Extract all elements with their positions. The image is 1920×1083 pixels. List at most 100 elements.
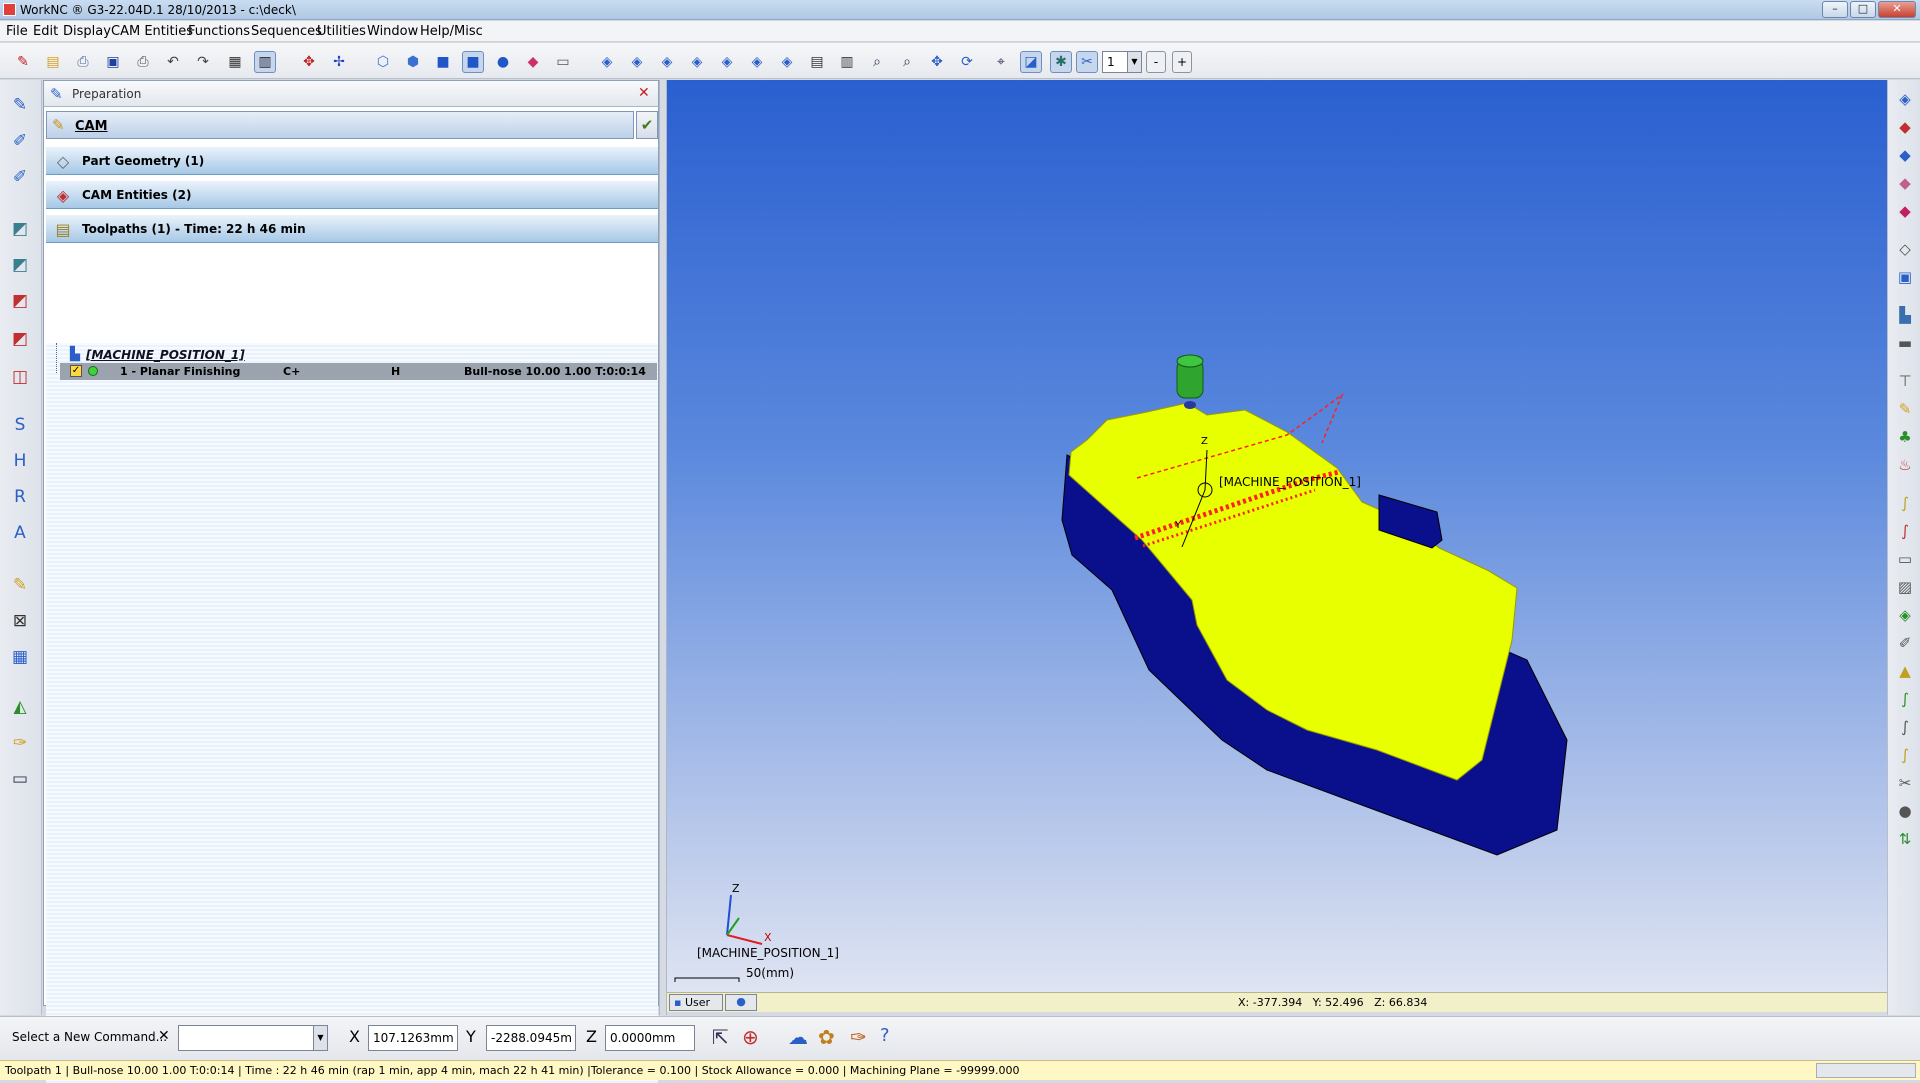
menu-display[interactable]: Display bbox=[63, 24, 111, 39]
axis-machine-icon[interactable]: ✢ bbox=[328, 51, 350, 73]
y-coordinate-input[interactable] bbox=[486, 1025, 576, 1051]
blob-icon[interactable]: ● bbox=[1892, 798, 1918, 824]
clamp-icon[interactable]: ▬ bbox=[1892, 330, 1918, 356]
view-plan-icon[interactable]: ▥ bbox=[836, 51, 858, 73]
panel-toggle-icon[interactable]: ▥ bbox=[254, 51, 276, 73]
pointer-icon[interactable]: ⇱ bbox=[712, 1025, 729, 1049]
curve-path-icon[interactable]: ∫ bbox=[1892, 686, 1918, 712]
machine-position-node[interactable]: [MACHINE_POSITION_1] bbox=[86, 348, 245, 362]
laptop-icon[interactable]: ▭ bbox=[5, 764, 35, 794]
view-left-icon[interactable]: ◈ bbox=[776, 51, 798, 73]
camera-icon[interactable]: ▭ bbox=[552, 51, 574, 73]
increment-button[interactable]: + bbox=[1172, 51, 1192, 73]
contour-finishing-icon[interactable]: ◩ bbox=[5, 324, 35, 354]
rotate-icon[interactable]: ⟳ bbox=[956, 51, 978, 73]
surface-icon[interactable]: ◇ bbox=[1892, 236, 1918, 262]
toolpath-checkbox[interactable]: ✓ bbox=[70, 365, 82, 377]
chevron-down-icon[interactable]: ▼ bbox=[1127, 52, 1141, 72]
menu-window[interactable]: Window bbox=[367, 24, 418, 39]
chevron-down-icon[interactable]: ▼ bbox=[313, 1026, 327, 1050]
redo-icon[interactable]: ↷ bbox=[192, 51, 214, 73]
edit-curve-icon[interactable]: ✐ bbox=[1892, 630, 1918, 656]
finishing-icon[interactable]: ◩ bbox=[5, 286, 35, 316]
new-file-icon[interactable]: ✎ bbox=[12, 51, 34, 73]
view-back-icon[interactable]: ◈ bbox=[746, 51, 768, 73]
panel-splitter[interactable] bbox=[659, 80, 667, 1015]
path-2-icon[interactable]: ∫ bbox=[1892, 518, 1918, 544]
toolpath-row[interactable]: ✓ 1 - Planar Finishing C+ H Bull-nose 10… bbox=[60, 363, 657, 380]
menu-help[interactable]: Help/Misc bbox=[420, 24, 483, 39]
view-iso1-icon[interactable]: ◈ bbox=[596, 51, 618, 73]
flame-icon[interactable]: ♨ bbox=[1892, 452, 1918, 478]
a-function-icon[interactable]: A bbox=[5, 518, 35, 548]
tool-measure-icon[interactable]: ✐ bbox=[5, 126, 35, 156]
menu-utilities[interactable]: Utilities bbox=[317, 24, 366, 39]
wireframe-view-icon[interactable]: ⬡ bbox=[372, 51, 394, 73]
simulation-icon[interactable]: ◭ bbox=[5, 692, 35, 722]
tree-icon[interactable]: ♣ bbox=[1892, 424, 1918, 450]
save-icon[interactable]: ▣ bbox=[102, 51, 124, 73]
view-cube-icon[interactable]: ◈ bbox=[1892, 86, 1918, 112]
view-list-icon[interactable]: ▤ bbox=[806, 51, 828, 73]
undo-icon[interactable]: ↶ bbox=[162, 51, 184, 73]
tool-select-icon[interactable]: ✑ bbox=[850, 1025, 867, 1049]
edit-list-icon[interactable]: ▦ bbox=[5, 642, 35, 672]
hidden-line-icon[interactable]: ⬢ bbox=[402, 51, 424, 73]
zoom-window-icon[interactable]: ⌕ bbox=[866, 51, 888, 73]
light-icon[interactable]: ✱ bbox=[1050, 51, 1072, 73]
pencil-icon[interactable]: ✎ bbox=[5, 570, 35, 600]
layer-icon[interactable]: ▣ bbox=[1892, 264, 1918, 290]
menu-sequences[interactable]: Sequences bbox=[251, 24, 322, 39]
color-cube-icon[interactable]: ◆ bbox=[522, 51, 544, 73]
z-coordinate-input[interactable] bbox=[605, 1025, 695, 1051]
diamond-icon[interactable]: ◈ bbox=[1892, 602, 1918, 628]
decrement-button[interactable]: - bbox=[1146, 51, 1166, 73]
cube-red-icon[interactable]: ◆ bbox=[1892, 114, 1918, 140]
maximize-button[interactable]: □ bbox=[1850, 1, 1876, 18]
fit-all-icon[interactable]: ⌖ bbox=[990, 51, 1012, 73]
pan-icon[interactable]: ✥ bbox=[926, 51, 948, 73]
close-icon[interactable]: ✕ bbox=[638, 85, 650, 101]
cube-blue-icon[interactable]: ◆ bbox=[1892, 142, 1918, 168]
user-tab[interactable]: ▪ User bbox=[669, 994, 723, 1011]
sphere-view-icon[interactable]: ● bbox=[492, 51, 514, 73]
axis-xyz-icon[interactable]: ✥ bbox=[298, 51, 320, 73]
menu-file[interactable]: File bbox=[6, 24, 28, 39]
shaded-view-icon[interactable]: ■ bbox=[432, 51, 454, 73]
r-function-icon[interactable]: R bbox=[5, 482, 35, 512]
frame-icon[interactable]: ▭ bbox=[1892, 546, 1918, 572]
section-part-geometry[interactable]: ◇ Part Geometry (1) bbox=[46, 147, 658, 175]
curve-select-icon[interactable]: ☁ bbox=[788, 1025, 808, 1049]
view-count-select[interactable]: 1 ▼ bbox=[1102, 51, 1142, 73]
curve-edit-icon[interactable]: ∫ bbox=[1892, 714, 1918, 740]
triangle-icon[interactable]: ▲ bbox=[1892, 658, 1918, 684]
snap-icon[interactable]: ⊕ bbox=[742, 1025, 759, 1049]
path-1-icon[interactable]: ∫ bbox=[1892, 490, 1918, 516]
shaded-edges-icon[interactable]: ■ bbox=[462, 51, 484, 73]
dynamic-view-icon[interactable]: ◪ bbox=[1020, 51, 1042, 73]
zoom-icon[interactable]: ⌕ bbox=[896, 51, 918, 73]
section-toolpaths[interactable]: ▤ Toolpaths (1) - Time: 22 h 46 min bbox=[46, 215, 658, 243]
print-icon[interactable]: ⎙ bbox=[132, 51, 154, 73]
hatch-icon[interactable]: ▨ bbox=[1892, 574, 1918, 600]
color-select-icon[interactable]: ✿ bbox=[818, 1025, 835, 1049]
view-tab-icon[interactable]: ● bbox=[725, 994, 757, 1011]
cut-icon[interactable]: ◫ bbox=[5, 362, 35, 392]
command-select[interactable]: ▼ bbox=[178, 1025, 328, 1051]
x-coordinate-input[interactable] bbox=[368, 1025, 458, 1051]
delete-selection-icon[interactable]: ⊠ bbox=[5, 606, 35, 636]
cam-header[interactable]: ✎ CAM bbox=[46, 111, 634, 139]
grid-icon[interactable]: ▦ bbox=[224, 51, 246, 73]
preparation-icon[interactable]: ✎ bbox=[5, 90, 35, 120]
menu-functions[interactable]: Functions bbox=[188, 24, 250, 39]
toolpath-display-icon[interactable]: ✂ bbox=[1076, 51, 1098, 73]
view-iso2-icon[interactable]: ◈ bbox=[626, 51, 648, 73]
tool-holder-icon[interactable]: ▙ bbox=[1892, 302, 1918, 328]
close-icon[interactable]: ✕ bbox=[158, 1028, 170, 1044]
view-iso3-icon[interactable]: ◈ bbox=[656, 51, 678, 73]
cube-multi-icon[interactable]: ◆ bbox=[1892, 170, 1918, 196]
roughing-icon[interactable]: ◩ bbox=[5, 214, 35, 244]
3d-viewport[interactable]: Z Y [MACHINE_POSITION_1] Z X [MACHINE_PO… bbox=[667, 80, 1887, 992]
open-folder-icon[interactable]: ▤ bbox=[42, 51, 64, 73]
arrows-icon[interactable]: ⇅ bbox=[1892, 826, 1918, 852]
